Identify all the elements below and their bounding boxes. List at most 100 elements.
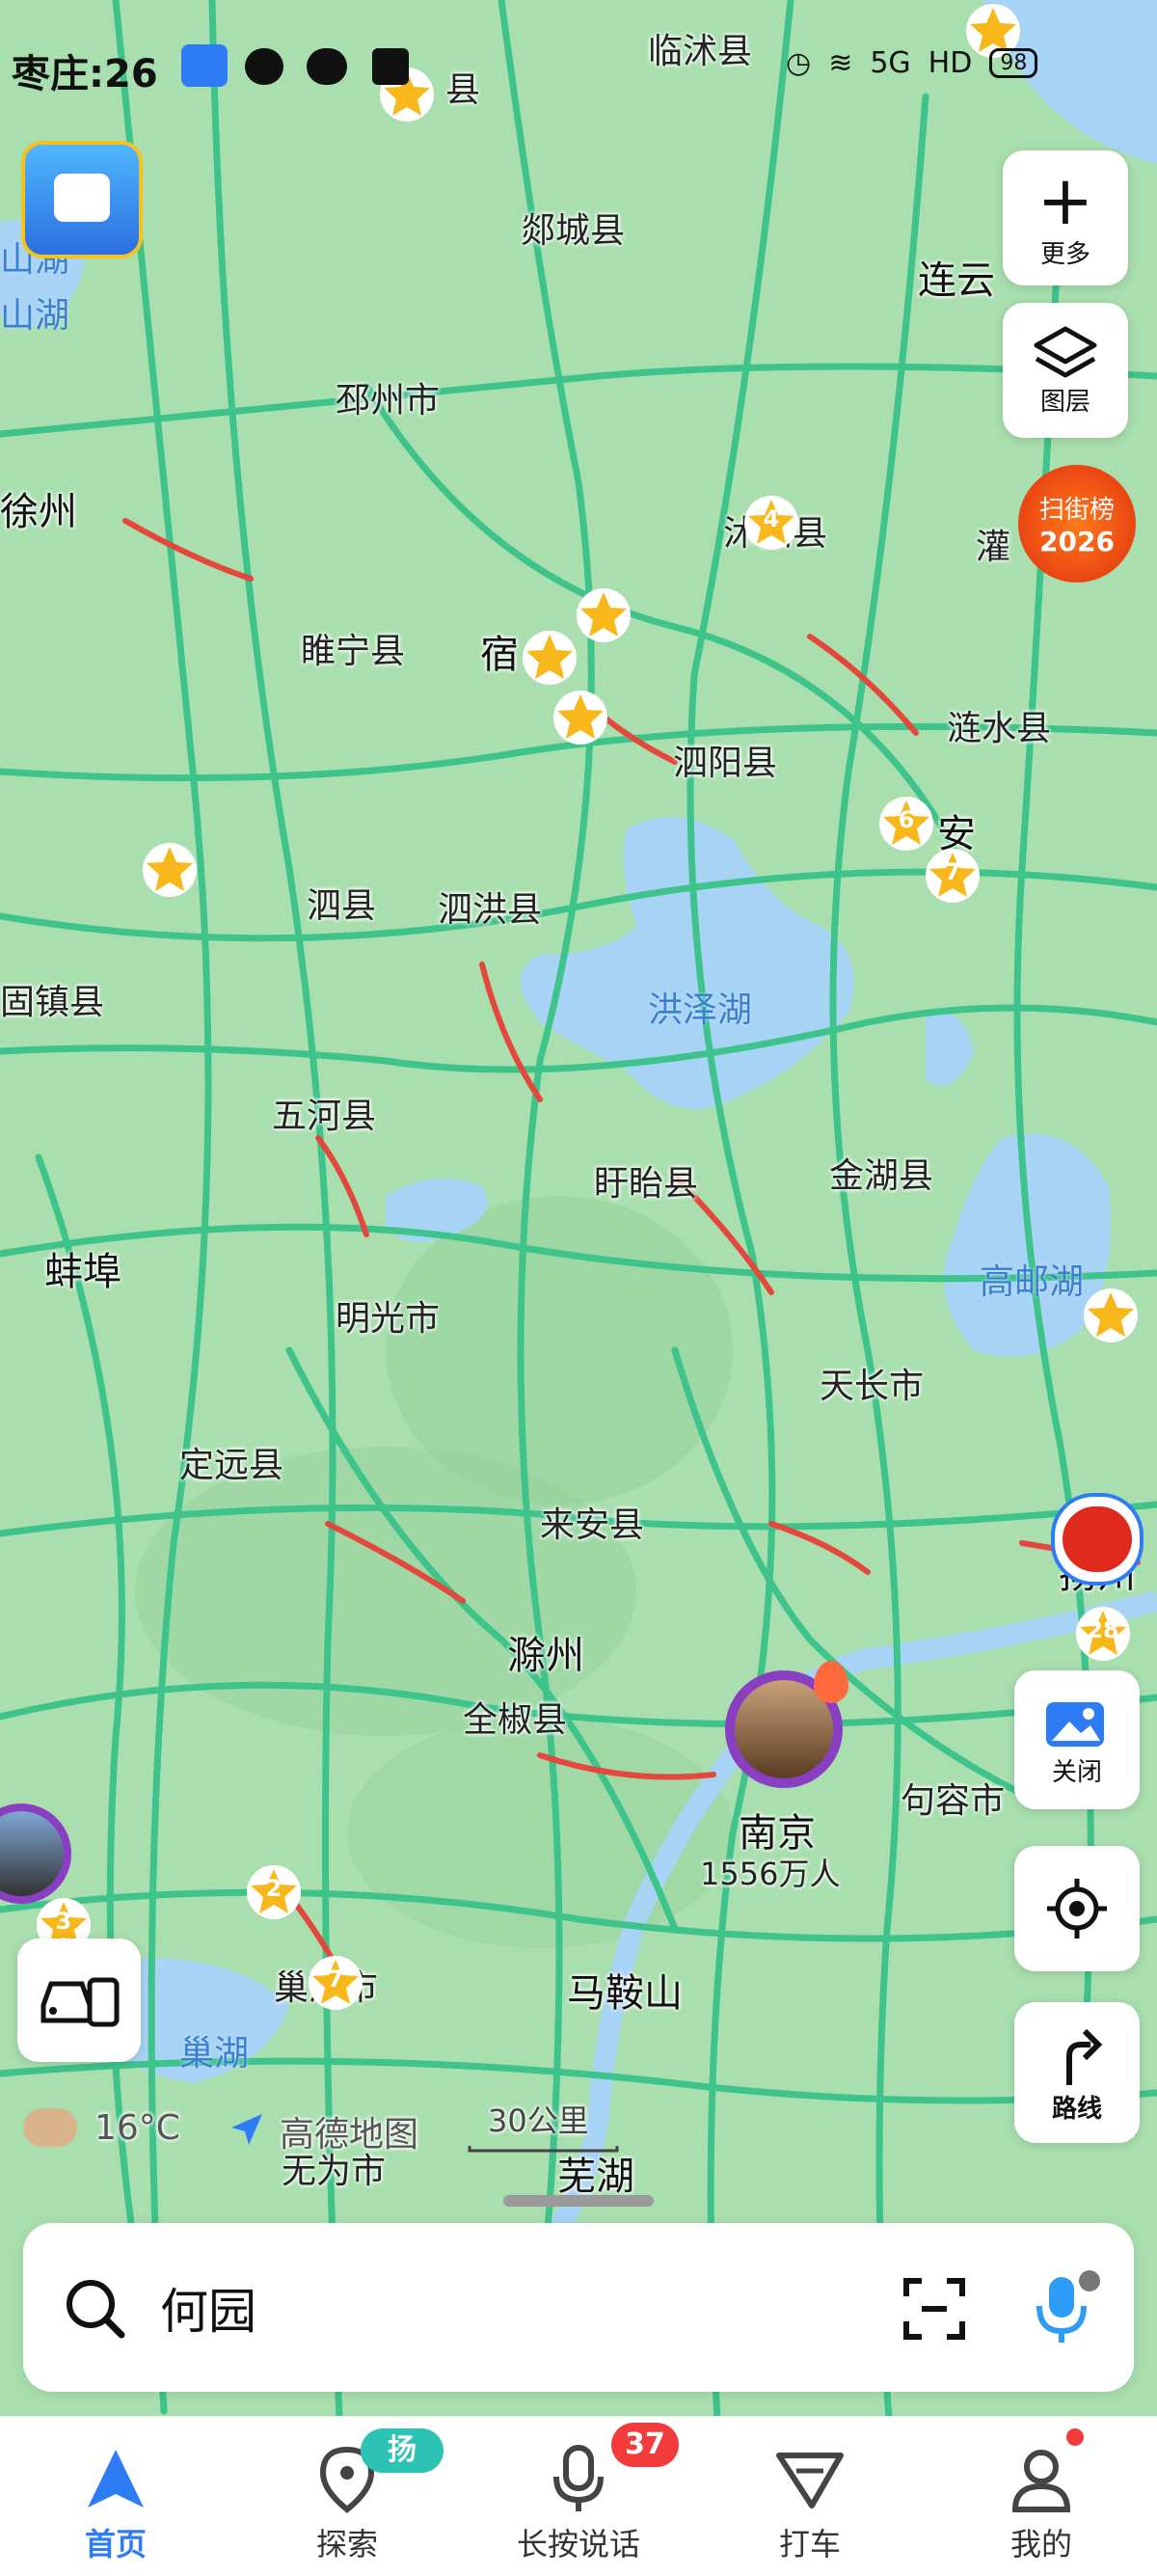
taxi-flag-icon — [776, 2453, 844, 2508]
layers-label: 图层 — [1039, 387, 1090, 417]
map-label-laian: 来安县 — [540, 1505, 645, 1545]
ar-image-icon — [1046, 1701, 1104, 1747]
map-label-lianyun: 连云 — [918, 258, 995, 303]
alarm-icon: ◷ — [786, 46, 812, 80]
layers-button[interactable]: 图层 — [1003, 303, 1128, 438]
map-label-suining: 睢宁县 — [301, 632, 406, 671]
app-notification-icon — [372, 48, 409, 85]
explore-city-badge: 扬州 — [361, 2428, 444, 2511]
map-label-sihong: 泗洪县 — [438, 890, 543, 930]
voice-count-badge: 37 — [611, 2423, 679, 2467]
tab-taxi[interactable]: 打车 — [713, 2417, 906, 2576]
layers-icon — [1034, 326, 1097, 377]
map-label-hongze: 洪泽湖 — [648, 990, 753, 1030]
ar-toggle-button[interactable]: 关闭 — [1014, 1670, 1140, 1809]
route-button[interactable]: 路线 — [1014, 2002, 1140, 2143]
map-label-jinhu: 金湖县 — [829, 1156, 934, 1196]
star-marker[interactable]: 2 — [245, 1863, 303, 1921]
tab-voice-label: 长按说话 — [516, 2526, 640, 2562]
battery-indicator: 98 — [989, 48, 1038, 78]
nanjing-photo-marker[interactable] — [725, 1661, 848, 1788]
scan-street-promo-button[interactable]: 扫街榜 2026 — [1018, 465, 1136, 583]
tab-home-label: 首页 — [84, 2526, 147, 2562]
person-icon — [1011, 2450, 1071, 2512]
map-label-xuzhou: 徐州 — [0, 490, 77, 534]
navigation-icon — [181, 44, 228, 87]
star-marker[interactable]: 4 — [742, 494, 800, 552]
tab-voice[interactable]: 37 长按说话 — [482, 2417, 679, 2576]
tab-me[interactable]: 我的 — [945, 2417, 1138, 2576]
wifi-icon: ≋ — [828, 46, 853, 80]
more-label: 更多 — [1039, 239, 1090, 269]
weather-temperature: 16°C — [94, 2108, 180, 2148]
poi-marker[interactable] — [1082, 1287, 1140, 1344]
map-label-gaoyou: 高邮湖 — [980, 1262, 1085, 1302]
map-label-wuhe: 五河县 — [272, 1097, 377, 1136]
status-bar: 枣庄:26 ◷ ≋ 5G HD 98 — [0, 0, 1157, 135]
map-label-mingguang: 明光市 — [336, 1299, 441, 1339]
car-phone-icon — [40, 1977, 120, 2027]
map-label-bengbu: 蚌埠 — [44, 1250, 121, 1294]
tomato-marker[interactable] — [1051, 1493, 1144, 1586]
tab-explore[interactable]: 扬州 探索 — [251, 2417, 444, 2576]
chat-bubble-icon — [245, 48, 283, 85]
hot-flame-icon — [814, 1661, 848, 1703]
more-button[interactable]: + 更多 — [1003, 150, 1128, 285]
map-label-maanshan: 马鞍山 — [567, 1971, 683, 2016]
map-label-shanhu-2: 山湖 — [0, 296, 70, 336]
star-marker[interactable]: 7 — [924, 847, 982, 905]
amap-logo-icon — [228, 2110, 266, 2149]
map-label-tancheng: 郯城县 — [521, 211, 626, 251]
map-label-guzhen: 固镇县 — [0, 983, 105, 1022]
promo-label: 扫街榜 — [1038, 496, 1115, 525]
star-marker[interactable]: 6 — [877, 795, 935, 853]
map-label-chuzhou: 滁州 — [507, 1634, 584, 1678]
route-arrow-icon — [1066, 2028, 1103, 2085]
car-connect-button[interactable] — [17, 1939, 141, 2062]
map-label-dingyuan: 定远县 — [179, 1446, 284, 1485]
weather-icon — [23, 2108, 77, 2147]
signal-icon: 5G — [870, 46, 911, 80]
locate-icon — [1047, 1879, 1107, 1939]
map-label-pizhou: 邳州市 — [336, 381, 441, 420]
map-label-sixian: 泗县 — [307, 886, 377, 926]
search-input[interactable]: 何园 — [160, 2273, 256, 2343]
map-label-xuyi: 盱眙县 — [594, 1164, 699, 1204]
poi-marker[interactable] — [575, 586, 632, 644]
map-label-suqian: 宿 — [480, 633, 519, 677]
map-label-chaohu-lake: 巢湖 — [179, 2034, 250, 2074]
poi-marker[interactable] — [521, 629, 578, 687]
poi-marker[interactable] — [141, 841, 199, 899]
star-marker[interactable]: 28 — [1074, 1605, 1132, 1663]
tab-taxi-label: 打车 — [778, 2526, 841, 2562]
map-label-quanjiao: 全椒县 — [463, 1700, 568, 1740]
ar-label: 关闭 — [1051, 1757, 1102, 1787]
promo-year: 2026 — [1039, 526, 1115, 557]
message-icon — [307, 48, 347, 85]
map-label-siyang: 泗阳县 — [673, 744, 778, 783]
map-label-tianchang: 天长市 — [820, 1367, 925, 1406]
status-indicators: ◷ ≋ 5G HD 98 — [786, 46, 1038, 80]
star-marker[interactable]: 7 — [307, 1954, 364, 2012]
search-bar[interactable]: 何园 — [23, 2223, 1134, 2392]
locate-button[interactable] — [1014, 1846, 1140, 1971]
voice-mic-icon[interactable] — [1026, 2269, 1103, 2346]
treasure-chest-icon[interactable] — [21, 141, 143, 258]
map-label-jurong: 句容市 — [901, 1781, 1006, 1821]
hd-indicator: HD — [928, 46, 973, 80]
tab-me-label: 我的 — [1009, 2526, 1072, 2562]
map-scale-label: 30公里 — [488, 2102, 589, 2139]
scan-icon[interactable] — [901, 2275, 968, 2343]
microphone-icon — [553, 2445, 604, 2511]
map-label-lianshui: 涟水县 — [947, 709, 1052, 748]
map-label-guan: 灌 — [976, 528, 1011, 567]
sheet-drag-handle[interactable] — [503, 2195, 654, 2207]
map-label-wuhu: 芜湖 — [557, 2155, 634, 2199]
tab-explore-label: 探索 — [315, 2526, 378, 2562]
poi-marker[interactable] — [552, 689, 609, 746]
route-label: 路线 — [1051, 2094, 1102, 2124]
amap-brand: 高德地图 — [280, 2115, 419, 2155]
tab-home[interactable]: 首页 — [19, 2417, 212, 2576]
map-label-nanjing-population: 1556万人 — [700, 1856, 841, 1892]
notification-dot — [1066, 2428, 1084, 2446]
